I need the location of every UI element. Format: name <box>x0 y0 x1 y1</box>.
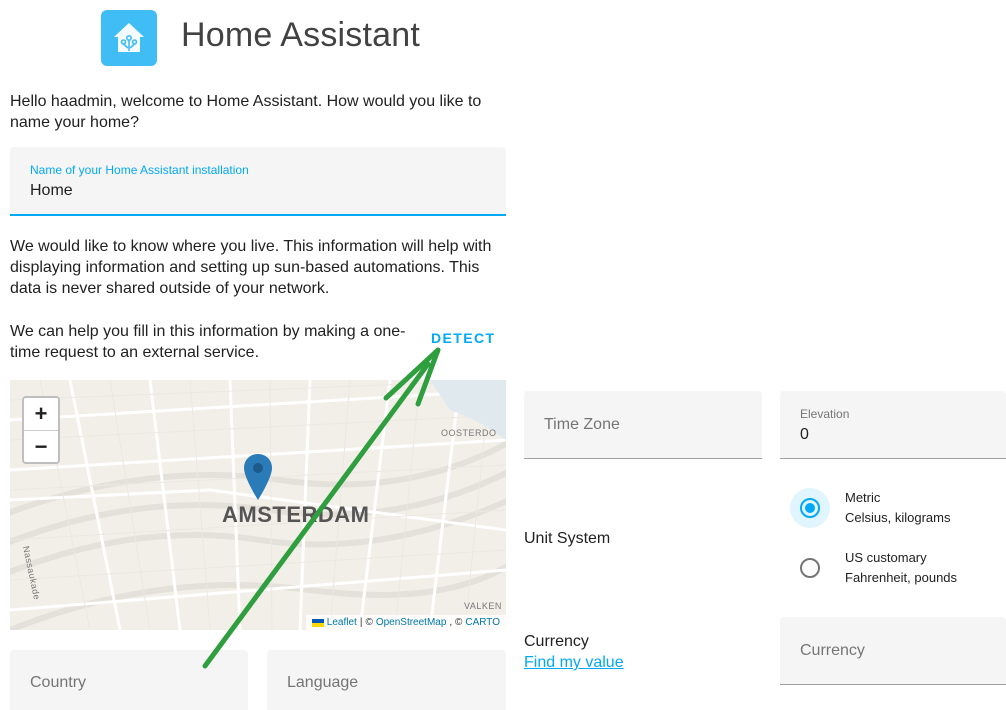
language-placeholder: Language <box>287 674 359 691</box>
home-assistant-logo-icon <box>101 10 157 66</box>
location-description: We would like to know where you live. Th… <box>10 238 492 297</box>
ukraine-flag-icon <box>311 618 324 627</box>
app-title: Home Assistant <box>181 16 421 54</box>
metric-subtitle: Celsius, kilograms <box>845 510 951 525</box>
zoom-out-button[interactable]: − <box>24 430 58 462</box>
map-district-label-bottom: VALKEN <box>464 601 502 611</box>
country-placeholder: Country <box>30 674 87 691</box>
metric-title: Metric <box>845 490 881 505</box>
unit-metric-option[interactable]: Metric Celsius, kilograms <box>790 488 951 528</box>
map-marker-icon[interactable] <box>244 454 272 500</box>
map-district-label: OOSTERDO <box>441 428 497 438</box>
unit-system-label: Unit System <box>524 530 611 547</box>
welcome-text: Hello haadmin, welcome to Home Assistant… <box>10 93 482 131</box>
zoom-in-button[interactable]: + <box>24 398 58 430</box>
elevation-value: 0 <box>800 426 809 443</box>
us-customary-subtitle: Fahrenheit, pounds <box>845 570 958 585</box>
location-map[interactable]: + − AMSTERDAM OOSTERDO VALKEN Nassaukade… <box>10 380 506 630</box>
map-zoom-control: + − <box>22 396 60 464</box>
onboarding-page: Home Assistant Hello haadmin, welcome to… <box>0 0 1006 710</box>
us-customary-radio[interactable] <box>800 558 820 578</box>
country-field[interactable]: Country <box>10 650 248 710</box>
openstreetmap-link[interactable]: OpenStreetMap <box>376 617 447 628</box>
installation-name-label: Name of your Home Assistant installation <box>30 163 249 177</box>
installation-name-value: Home <box>30 182 73 199</box>
detect-button[interactable]: DETECT <box>431 330 495 346</box>
unit-us-customary-option[interactable]: US customary Fahrenheit, pounds <box>800 548 957 588</box>
currency-placeholder: Currency <box>800 641 865 659</box>
attribution-copyright: © <box>365 617 373 628</box>
us-customary-title: US customary <box>845 550 927 565</box>
time-zone-field[interactable]: Time Zone <box>524 391 762 459</box>
language-field[interactable]: Language <box>267 650 506 710</box>
find-my-value-link[interactable]: Find my value <box>524 654 624 672</box>
map-attribution: Leaflet | © OpenStreetMap , © CARTO <box>305 615 506 630</box>
currency-field[interactable]: Currency <box>780 617 1006 685</box>
metric-radio[interactable] <box>800 498 820 518</box>
attribution-copyright-2: , © <box>449 617 463 628</box>
detect-description: We can help you fill in this information… <box>10 323 406 361</box>
attribution-separator: | <box>359 617 363 628</box>
elevation-label: Elevation <box>800 407 850 421</box>
installation-name-field[interactable]: Name of your Home Assistant installation… <box>10 147 506 216</box>
leaflet-link[interactable]: Leaflet <box>327 617 357 628</box>
map-city-label: AMSTERDAM <box>222 502 370 527</box>
elevation-field[interactable]: Elevation 0 <box>780 391 1006 459</box>
carto-link[interactable]: CARTO <box>465 617 500 628</box>
currency-label: Currency <box>524 633 589 650</box>
time-zone-placeholder: Time Zone <box>544 415 620 433</box>
